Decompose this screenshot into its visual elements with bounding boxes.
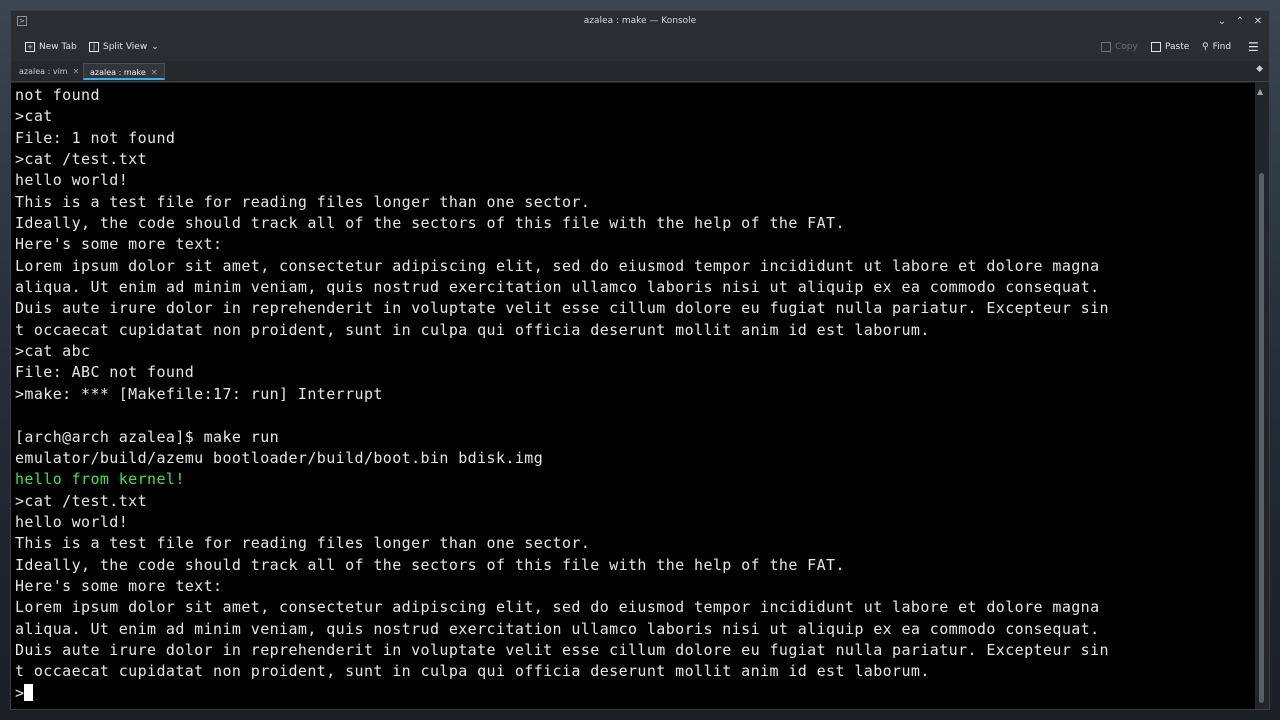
terminal-line: Duis aute irure dolor in reprehenderit i… xyxy=(15,640,1109,659)
terminal-line: aliqua. Ut enim ad minim veniam, quis no… xyxy=(15,278,1100,297)
chevron-down-icon: ⌄ xyxy=(151,42,159,52)
paste-button[interactable]: Paste xyxy=(1151,39,1189,55)
terminal-line: hello from kernel! xyxy=(15,470,185,489)
terminal-line: aliqua. Ut enim ad minim veniam, quis no… xyxy=(15,619,1100,638)
terminal-lines: not found >cat File: 1 not found >cat /test… xyxy=(15,85,1109,704)
paste-label: Paste xyxy=(1165,42,1190,52)
terminal-line: Here's some more text: xyxy=(15,235,223,254)
terminal-line: File: 1 not found xyxy=(15,128,176,147)
maximize-icon[interactable]: ⌃ xyxy=(1233,14,1247,30)
terminal-line: >cat xyxy=(15,107,53,126)
terminal-line: hello world! xyxy=(15,512,129,531)
konsole-window: > azalea : make — Konsole ⌄ ⌃ ✕ + New Ta… xyxy=(10,10,1270,710)
terminal-line: Lorem ipsum dolor sit amet, consectetur … xyxy=(15,256,1100,275)
terminal-line: Lorem ipsum dolor sit amet, consectetur … xyxy=(15,598,1100,617)
paste-icon xyxy=(1151,42,1161,52)
text-cursor xyxy=(24,683,34,701)
tab-azalea-vim[interactable]: azalea : vim ✕ xyxy=(13,63,85,80)
terminal-line: >cat abc xyxy=(15,342,91,361)
scroll-up-icon[interactable]: ▲ xyxy=(1257,87,1263,96)
tab-azalea-make[interactable]: azalea : make ✕ xyxy=(83,63,165,80)
terminal-line: Ideally, the code should track all of th… xyxy=(15,555,845,574)
prompt-symbol: > xyxy=(15,683,25,702)
split-view-label: Split View xyxy=(103,42,148,52)
tab-label: azalea : make xyxy=(90,68,146,77)
new-tab-label: New Tab xyxy=(39,42,77,52)
window-title: azalea : make — Konsole xyxy=(583,16,697,26)
desktop-background: > azalea : make — Konsole ⌄ ⌃ ✕ + New Ta… xyxy=(0,0,1280,720)
terminal-line: t occaecat cupidatat non proident, sunt … xyxy=(15,320,930,339)
close-icon[interactable]: ✕ xyxy=(73,67,80,76)
copy-label: Copy xyxy=(1115,42,1138,52)
terminal-line: File: ABC not found xyxy=(15,363,195,382)
prompt-line[interactable]: > xyxy=(15,683,1109,704)
find-label: Find xyxy=(1212,42,1232,52)
close-icon[interactable]: ✕ xyxy=(151,68,158,77)
scrollbar[interactable]: ▲ xyxy=(1255,83,1269,709)
tab-label: azalea : vim xyxy=(19,67,68,76)
terminal-line: emulator/build/azemu bootloader/build/bo… xyxy=(15,448,544,467)
new-tab-icon: + xyxy=(25,42,35,52)
terminal-line: This is a test file for reading files lo… xyxy=(15,192,591,211)
split-view-button[interactable]: | Split View ⌄ xyxy=(89,39,159,55)
tab-bar: azalea : vim ✕ azalea : make ✕ ◆ xyxy=(11,61,1269,82)
new-tab-button[interactable]: + New Tab xyxy=(25,39,77,55)
terminal-line: >make: *** [Makefile:17: run] Interrupt xyxy=(15,384,383,403)
terminal-line: t occaecat cupidatat non proident, sunt … xyxy=(15,662,930,681)
toolbar: + New Tab | Split View ⌄ Copy Paste ⚲ Fi… xyxy=(11,33,1269,61)
tab-overflow-icon[interactable]: ◆ xyxy=(1256,64,1263,74)
terminal-line: Here's some more text: xyxy=(15,576,223,595)
copy-icon xyxy=(1101,42,1111,52)
window-controls: ⌄ ⌃ ✕ xyxy=(1215,14,1265,30)
terminal-line: Ideally, the code should track all of th… xyxy=(15,214,845,233)
menu-button[interactable]: ☰ xyxy=(1248,39,1259,55)
hamburger-menu-icon: ☰ xyxy=(1248,40,1259,54)
split-view-icon: | xyxy=(89,42,99,52)
terminal-line: This is a test file for reading files lo… xyxy=(15,534,591,553)
terminal-line: hello world! xyxy=(15,171,129,190)
terminal-line: >cat /test.txt xyxy=(15,150,148,169)
title-bar[interactable]: > azalea : make — Konsole ⌄ ⌃ ✕ xyxy=(11,11,1269,33)
terminal-line: not found xyxy=(15,86,100,104)
terminal-output[interactable]: not found >cat File: 1 not found >cat /test… xyxy=(11,83,1257,709)
search-icon: ⚲ xyxy=(1202,42,1209,52)
scrollbar-thumb[interactable] xyxy=(1259,173,1264,703)
close-icon[interactable]: ✕ xyxy=(1251,14,1265,30)
terminal-line: [arch@arch azalea]$ make run xyxy=(15,427,280,446)
terminal-line: >cat /test.txt xyxy=(15,491,148,510)
find-button[interactable]: ⚲ Find xyxy=(1202,39,1231,55)
terminal-line: Duis aute irure dolor in reprehenderit i… xyxy=(15,299,1109,318)
minimize-icon[interactable]: ⌄ xyxy=(1215,14,1229,30)
copy-button[interactable]: Copy xyxy=(1101,39,1138,55)
